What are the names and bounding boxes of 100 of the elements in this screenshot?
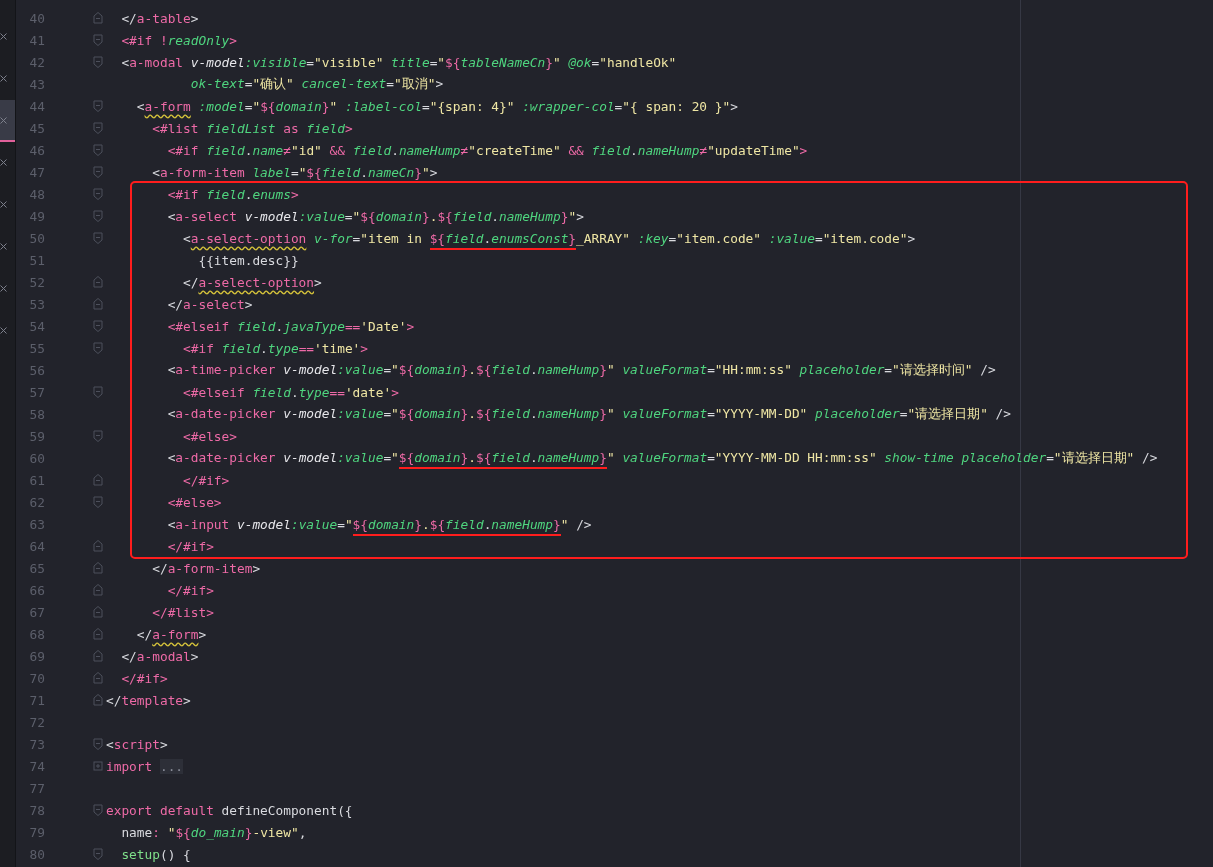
expand-icon[interactable] (93, 760, 103, 772)
line-number: 56 (28, 362, 45, 378)
line-number: 58 (28, 406, 45, 422)
line-number: 65 (28, 560, 45, 576)
close-icon[interactable] (0, 200, 7, 208)
code-line: </#if> (182, 472, 230, 488)
code-line: name: "${do_main}-view", (120, 824, 307, 840)
fold-icon[interactable] (93, 188, 103, 200)
code-line: setup() { (120, 846, 191, 862)
code-line: <#list fieldList as field> (151, 120, 353, 136)
code-line: <#elseif field.javaType=='Date'> (166, 318, 415, 334)
code-line: <#if field.enums> (166, 186, 299, 202)
line-number: 70 (28, 670, 45, 686)
code-line: </a-modal> (120, 648, 199, 664)
line-number: 72 (28, 714, 45, 730)
fold-icon[interactable] (93, 672, 103, 684)
line-number: 44 (28, 98, 45, 114)
code-line: <#elseif field.type=='date'> (182, 384, 399, 400)
fold-icon[interactable] (93, 100, 103, 112)
code-line: </a-form> (135, 626, 207, 642)
fold-icon[interactable] (93, 628, 103, 640)
fold-icon[interactable] (93, 430, 103, 442)
code-line: <a-time-picker v-model:value="${domain}.${field.nameHump}" valueFormat="HH:mm:ss" placeholder="请选择时间" /> (166, 361, 996, 379)
fold-icon[interactable] (93, 804, 103, 816)
line-number: 66 (28, 582, 45, 598)
line-number: 63 (28, 516, 45, 532)
fold-icon[interactable] (93, 584, 103, 596)
code-line: </a-form-item> (151, 560, 261, 576)
fold-icon[interactable] (93, 496, 103, 508)
line-number: 62 (28, 494, 45, 510)
code-line: <a-select v-model:value="${domain}.${field.nameHump}"> (166, 208, 584, 224)
code-line: <script> (106, 736, 168, 752)
line-number: 53 (28, 296, 45, 312)
editor-tab[interactable] (0, 100, 15, 142)
fold-icon[interactable] (93, 144, 103, 156)
fold-icon[interactable] (93, 276, 103, 288)
fold-icon[interactable] (93, 386, 103, 398)
line-number: 69 (28, 648, 45, 664)
fold-icon[interactable] (93, 210, 103, 222)
line-number: 64 (28, 538, 45, 554)
code-line: </a-select> (166, 296, 253, 312)
close-icon[interactable] (0, 116, 7, 124)
code-line: <a-modal v-model:visible="visible" title="${tableNameCn}" @ok="handleOk" (120, 54, 677, 70)
fold-icon[interactable] (93, 562, 103, 574)
line-number: 80 (28, 846, 45, 862)
line-number: 73 (28, 736, 45, 752)
line-number: 59 (28, 428, 45, 444)
line-number: 51 (28, 252, 45, 268)
fold-icon[interactable] (93, 540, 103, 552)
fold-icon[interactable] (93, 56, 103, 68)
fold-icon[interactable] (93, 320, 103, 332)
fold-icon[interactable] (93, 166, 103, 178)
close-icon[interactable] (0, 242, 7, 250)
fold-icon[interactable] (93, 34, 103, 46)
code-line: <a-date-picker v-model:value="${domain}.${field.nameHump}" valueFormat="YYYY-MM-DD HH:mm:ss" show-time placeholder="请选择日期" /> (106, 449, 1158, 467)
code-line: <a-form-item label="${field.nameCn}"> (151, 164, 438, 180)
fold-icon[interactable] (93, 606, 103, 618)
line-number: 60 (28, 450, 45, 466)
line-number: 41 (28, 32, 45, 48)
code-line: <#if field.type=='time'> (182, 340, 369, 356)
line-number: 48 (28, 186, 45, 202)
fold-icon[interactable] (93, 848, 103, 860)
code-line: </a-select-option> (182, 274, 322, 290)
fold-icon[interactable] (93, 232, 103, 244)
code-line: export default defineComponent({ (106, 802, 353, 818)
line-number: 42 (28, 54, 45, 70)
line-number: 61 (28, 472, 45, 488)
fold-icon[interactable] (93, 12, 103, 24)
code-line: </#if> (120, 670, 168, 686)
close-icon[interactable] (0, 284, 7, 292)
line-number: 50 (28, 230, 45, 246)
close-icon[interactable] (0, 74, 7, 82)
line-number: 67 (28, 604, 45, 620)
line-number: 68 (28, 626, 45, 642)
line-number: 71 (28, 692, 45, 708)
fold-icon[interactable] (93, 474, 103, 486)
close-icon[interactable] (0, 158, 7, 166)
code-line: {{item.desc}} (197, 252, 299, 268)
line-number: 43 (28, 76, 45, 92)
line-number: 79 (28, 824, 45, 840)
line-number: 45 (28, 120, 45, 136)
line-number: 57 (28, 384, 45, 400)
line-number: 54 (28, 318, 45, 334)
fold-icon[interactable] (93, 298, 103, 310)
code-line: <#if !readOnly> (120, 32, 237, 48)
fold-icon[interactable] (93, 650, 103, 662)
code-line: <#if field.name≠"id" && field.nameHump≠"createTime" && field.nameHump≠"updateTime"> (166, 142, 808, 158)
close-icon[interactable] (0, 326, 7, 334)
fold-icon[interactable] (93, 342, 103, 354)
code-line: </#list> (151, 604, 214, 620)
code-line: </template> (106, 692, 191, 708)
fold-icon[interactable] (93, 122, 103, 134)
close-icon[interactable] (0, 32, 7, 40)
line-number: 77 (28, 780, 45, 796)
fold-icon[interactable] (93, 738, 103, 750)
code-line: import ... (106, 758, 184, 774)
line-number: 55 (28, 340, 45, 356)
code-line: </a-table> (120, 10, 199, 26)
code-line: </#if> (166, 582, 214, 598)
fold-icon[interactable] (93, 694, 103, 706)
